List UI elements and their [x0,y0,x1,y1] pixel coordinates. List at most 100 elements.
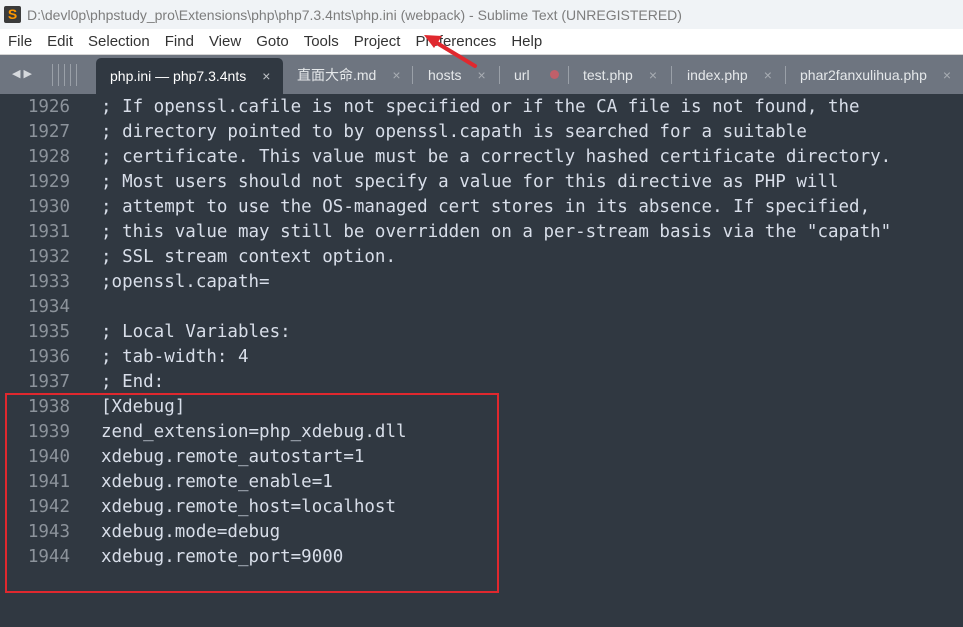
close-icon[interactable]: × [477,67,485,83]
tab-url[interactable]: url [514,55,559,94]
tab-navigation: ◀▶ [12,67,35,80]
code-text: xdebug.remote_port=9000 [101,547,344,567]
code-line: 1930 ; attempt to use the OS-managed cert… [0,195,963,220]
tab-phar2fanxulihua-php[interactable]: phar2fanxulihua.php × [800,55,951,94]
code-line: 1934 [0,295,963,320]
tab-separator [499,66,500,84]
tab-index-php[interactable]: index.php × [687,55,772,94]
tab-hosts[interactable]: hosts × [428,55,486,94]
window-title: D:\devl0p\phpstudy_pro\Extensions\php\ph… [27,6,682,23]
line-number: 1932 [27,247,70,267]
tab-label: php.ini — php7.3.4nts [110,68,247,84]
line-number: 1929 [27,172,70,192]
tab-label: hosts [428,66,462,83]
code-text: ; this value may still be overridden on … [101,222,892,242]
code-text: ; tab-width: 4 [101,347,249,367]
arrow-left-icon[interactable]: ◀ [12,68,23,80]
line-number: 1944 [27,547,70,567]
tab-separator [785,66,786,84]
code-text: [Xdebug] [101,397,186,417]
line-number: 1931 [27,222,70,242]
menu-find[interactable]: Find [157,33,201,50]
code-line: 1927 ; directory pointed to by openssl.ca… [0,120,963,145]
tab-md-file[interactable]: 直面大命.md × [297,55,401,94]
menu-file[interactable]: File [0,33,39,50]
code-text: ; Local Variables: [101,322,291,342]
code-text: xdebug.mode=debug [101,522,281,542]
code-line: 1936 ; tab-width: 4 [0,345,963,370]
menu-preferences[interactable]: Preferences [407,33,503,50]
code-text: ;openssl.capath= [101,272,270,292]
code-text: xdebug.remote_enable=1 [101,472,333,492]
line-number: 1927 [27,122,70,142]
code-line: 1937 ; End: [0,370,963,395]
code-line: 1940 xdebug.remote_autostart=1 [0,445,963,470]
unsaved-dot-icon[interactable] [549,70,559,79]
tab-label: url [514,66,530,83]
tab-test-php[interactable]: test.php × [583,55,657,94]
code-line: 1943 xdebug.mode=debug [0,520,963,545]
line-number: 1928 [27,147,70,167]
tab-overview-icon[interactable] [52,64,84,86]
code-text: ; Most users should not specify a value … [101,172,839,192]
close-icon[interactable]: × [262,68,270,84]
menu-goto[interactable]: Goto [248,33,296,50]
code-line: 1938 [Xdebug] [0,395,963,420]
sublime-text-logo-icon: S [4,6,21,23]
line-number: 1934 [27,297,70,317]
tab-php-ini[interactable]: php.ini — php7.3.4nts × [96,58,283,94]
code-text: ; SSL stream context option. [101,247,397,267]
line-number: 1933 [27,272,70,292]
close-icon[interactable]: × [392,67,400,83]
code-line: 1926 ; If openssl.cafile is not specified… [0,95,963,120]
line-number: 1926 [27,97,70,117]
menu-tools[interactable]: Tools [296,33,346,50]
code-text: ; If openssl.cafile is not specified or … [101,97,860,117]
code-text: xdebug.remote_autostart=1 [101,447,365,467]
tab-separator [671,66,672,84]
menu-bar: File Edit Selection Find View Goto Tools… [0,29,963,55]
line-number: 1938 [27,397,70,417]
tab-bar: ◀▶ php.ini — php7.3.4nts × 直面大命.md × hos… [0,55,963,94]
code-text: zend_extension=php_xdebug.dll [101,422,407,442]
close-icon[interactable]: × [764,67,772,83]
code-line: 1929 ; Most users should not specify a va… [0,170,963,195]
line-number: 1935 [27,322,70,342]
tab-separator [412,66,413,84]
line-number: 1939 [27,422,70,442]
tab-label: index.php [687,66,748,83]
title-bar: S D:\devl0p\phpstudy_pro\Extensions\php\… [0,0,963,29]
code-editor[interactable]: 1926 ; If openssl.cafile is not specified… [0,94,963,627]
menu-help[interactable]: Help [503,33,549,50]
code-line: 1928 ; certificate. This value must be a … [0,145,963,170]
code-line: 1939 zend_extension=php_xdebug.dll [0,420,963,445]
tab-separator [568,66,569,84]
menu-project[interactable]: Project [346,33,408,50]
code-line: 1931 ; this value may still be overridden… [0,220,963,245]
line-number: 1941 [27,472,70,492]
code-text: ; attempt to use the OS-managed cert sto… [101,197,871,217]
code-line: 1944 xdebug.remote_port=9000 [0,545,963,570]
code-line: 1935 ; Local Variables: [0,320,963,345]
code-line: 1933 ;openssl.capath= [0,270,963,295]
menu-edit[interactable]: Edit [39,33,80,50]
close-icon[interactable]: × [649,67,657,83]
tab-label: test.php [583,66,633,83]
code-text: ; certificate. This value must be a corr… [101,147,892,167]
menu-selection[interactable]: Selection [80,33,157,50]
line-number: 1943 [27,522,70,542]
menu-view[interactable]: View [201,33,248,50]
line-number: 1942 [27,497,70,517]
tab-label: 直面大命.md [297,66,377,83]
code-text: ; directory pointed to by openssl.capath… [101,122,807,142]
arrow-right-icon[interactable]: ▶ [23,68,34,80]
line-number: 1940 [27,447,70,467]
code-line: 1932 ; SSL stream context option. [0,245,963,270]
close-icon[interactable]: × [943,67,951,83]
code-line: 1942 xdebug.remote_host=localhost [0,495,963,520]
line-number: 1936 [27,347,70,367]
line-number: 1937 [27,372,70,392]
code-line: 1941 xdebug.remote_enable=1 [0,470,963,495]
tab-label: phar2fanxulihua.php [800,66,927,83]
code-text: ; End: [101,372,165,392]
